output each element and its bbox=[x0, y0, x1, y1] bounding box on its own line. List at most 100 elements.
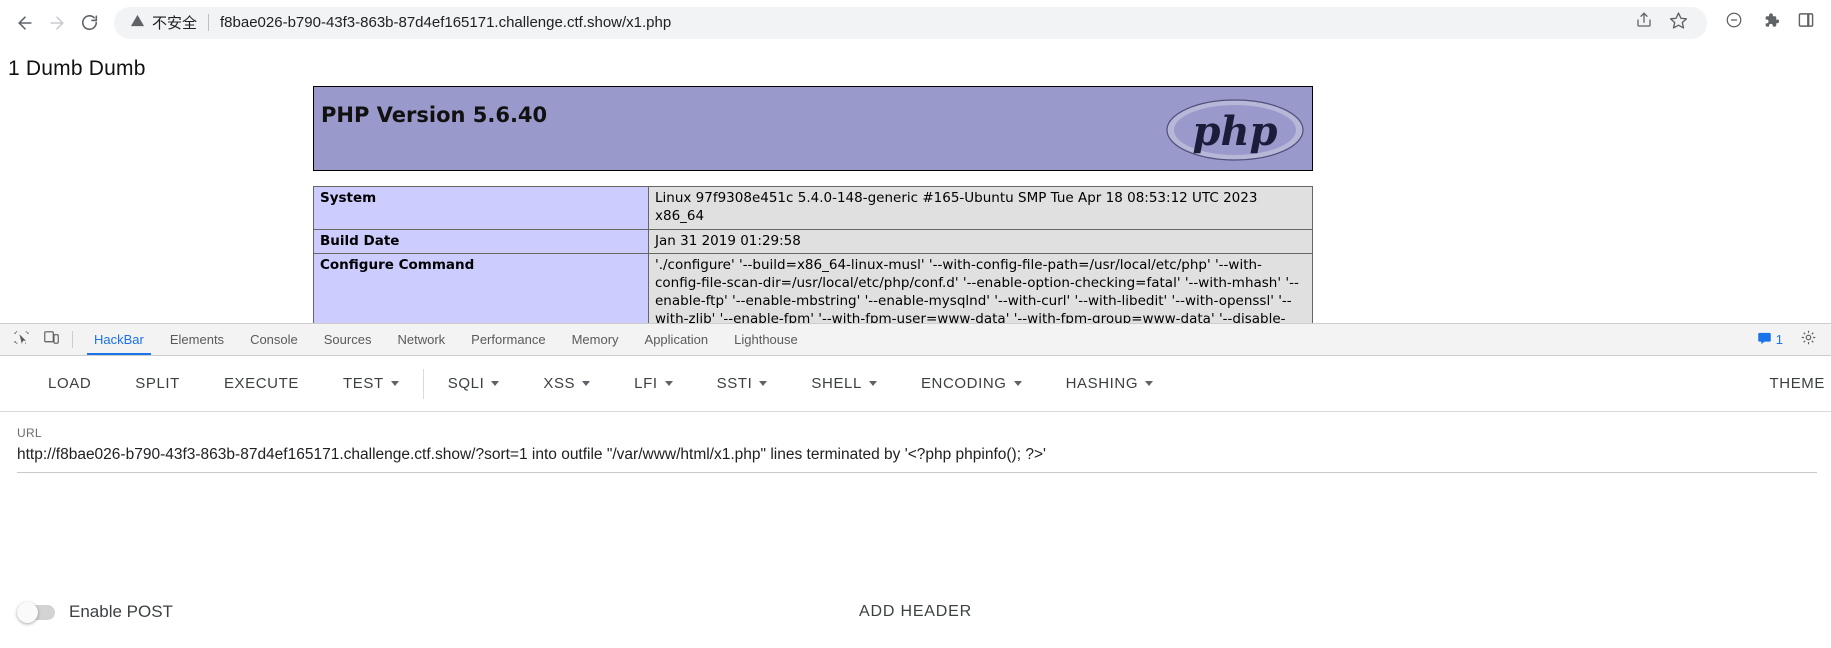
hackbar-url-field[interactable]: URL http://f8bae026-b790-43f3-863b-87d4e… bbox=[0, 412, 1831, 473]
button-label: SPLIT bbox=[135, 375, 180, 392]
security-indicator[interactable]: 不安全 bbox=[130, 12, 197, 33]
tab-label: Memory bbox=[571, 332, 619, 347]
button-label: ENCODING bbox=[920, 375, 1007, 392]
tab-label: HackBar bbox=[94, 332, 144, 347]
hackbar-xss-menu[interactable]: XSS bbox=[521, 375, 612, 392]
inspect-element-icon bbox=[13, 329, 30, 351]
enable-post-toggle[interactable]: Enable POST bbox=[0, 601, 173, 623]
devtools-panel: HackBar Elements Console Sources Network… bbox=[0, 323, 1831, 648]
button-label: ADD HEADER bbox=[859, 603, 972, 620]
chevron-down-icon bbox=[491, 381, 500, 386]
reload-button[interactable] bbox=[74, 8, 104, 38]
chevron-down-icon bbox=[759, 381, 768, 386]
row-value: Linux 97f9308e451c 5.4.0-148-generic #16… bbox=[648, 186, 1313, 230]
button-label: HASHING bbox=[1065, 375, 1139, 392]
hackbar-hashing-menu[interactable]: HASHING bbox=[1044, 375, 1176, 392]
button-label: XSS bbox=[543, 375, 576, 392]
hackbar-load-button[interactable]: LOAD bbox=[26, 375, 113, 392]
button-label: SQLI bbox=[447, 375, 485, 392]
url-text[interactable]: f8bae026-b790-43f3-863b-87d4ef165171.cha… bbox=[220, 14, 1621, 31]
forward-button[interactable] bbox=[42, 8, 72, 38]
toggle-knob bbox=[17, 601, 38, 623]
hackbar-sqli-menu[interactable]: SQLI bbox=[426, 375, 522, 392]
hackbar-execute-button[interactable]: EXECUTE bbox=[202, 375, 321, 392]
gear-icon bbox=[1800, 329, 1817, 351]
tab-sources[interactable]: Sources bbox=[311, 324, 385, 355]
php-logo: php bbox=[1166, 95, 1304, 165]
toggle-track[interactable] bbox=[17, 601, 55, 623]
hackbar-ssti-menu[interactable]: SSTI bbox=[695, 375, 790, 392]
tab-label: Application bbox=[644, 332, 709, 347]
hackbar-encoding-menu[interactable]: ENCODING bbox=[899, 375, 1044, 392]
omnibox-divider bbox=[208, 14, 210, 31]
star-icon bbox=[1669, 11, 1688, 35]
table-row: Build Date Jan 31 2019 01:29:58 bbox=[313, 228, 1313, 255]
hackbar-shell-menu[interactable]: SHELL bbox=[789, 375, 899, 392]
url-field-label: URL bbox=[17, 426, 42, 440]
page-title: 1 Dumb Dumb bbox=[8, 57, 146, 80]
arrow-right-icon bbox=[47, 13, 67, 33]
hackbar-theme-menu[interactable]: THEME bbox=[1748, 375, 1831, 392]
bookmark-button[interactable] bbox=[1663, 8, 1693, 38]
back-button[interactable] bbox=[10, 8, 40, 38]
table-row: System Linux 97f9308e451c 5.4.0-148-gene… bbox=[313, 186, 1313, 230]
warning-triangle-icon bbox=[130, 13, 145, 32]
button-label: EXECUTE bbox=[223, 375, 299, 392]
php-version-title: PHP Version 5.6.40 bbox=[321, 103, 548, 127]
phpinfo-block: PHP Version 5.6.40 php System Linux 97f9… bbox=[313, 86, 1313, 323]
row-key: Build Date bbox=[313, 228, 649, 255]
share-button[interactable] bbox=[1629, 8, 1659, 38]
device-toolbar-button[interactable] bbox=[36, 324, 66, 355]
side-panel-button[interactable] bbox=[1791, 8, 1821, 38]
devtools-tabbar: HackBar Elements Console Sources Network… bbox=[0, 324, 1831, 356]
enable-post-label: Enable POST bbox=[69, 602, 173, 621]
message-count-badge[interactable]: 1 bbox=[1757, 331, 1783, 349]
row-key: System bbox=[313, 186, 649, 230]
circle-minus-icon bbox=[1725, 11, 1743, 34]
chevron-down-icon bbox=[664, 381, 673, 386]
puzzle-piece-icon bbox=[1761, 11, 1780, 35]
chevron-down-icon bbox=[868, 381, 877, 386]
hackbar-split-button[interactable]: SPLIT bbox=[113, 375, 202, 392]
message-icon bbox=[1757, 331, 1772, 349]
add-header-button[interactable]: ADD HEADER bbox=[837, 593, 994, 631]
button-label: LFI bbox=[634, 375, 658, 392]
side-panel-icon bbox=[1797, 11, 1815, 34]
tab-performance[interactable]: Performance bbox=[458, 324, 558, 355]
tab-label: Elements bbox=[169, 332, 225, 347]
svg-text:php: php bbox=[1192, 108, 1277, 155]
row-value: Jan 31 2019 01:29:58 bbox=[648, 228, 1313, 255]
devtools-settings-button[interactable] bbox=[1793, 329, 1823, 351]
browser-toolbar: 不安全 f8bae026-b790-43f3-863b-87d4ef165171… bbox=[0, 0, 1831, 45]
hackbar-toolbar: LOAD SPLIT EXECUTE TEST SQLI XSS LFI SST… bbox=[0, 356, 1831, 412]
tab-hackbar[interactable]: HackBar bbox=[81, 324, 157, 355]
toolbar-divider bbox=[422, 368, 424, 399]
devtools-tab-divider bbox=[72, 331, 73, 348]
button-label: SSTI bbox=[716, 375, 753, 392]
tab-console[interactable]: Console bbox=[237, 324, 311, 355]
address-bar[interactable]: 不安全 f8bae026-b790-43f3-863b-87d4ef165171… bbox=[114, 6, 1707, 39]
tab-memory[interactable]: Memory bbox=[559, 324, 632, 355]
reload-icon bbox=[80, 13, 99, 32]
hackbar-lfi-menu[interactable]: LFI bbox=[612, 375, 694, 392]
inspect-element-button[interactable] bbox=[6, 324, 36, 355]
extensions-button[interactable] bbox=[1755, 8, 1785, 38]
tab-label: Lighthouse bbox=[734, 332, 798, 347]
tab-lighthouse[interactable]: Lighthouse bbox=[721, 324, 811, 355]
hackbar-test-menu[interactable]: TEST bbox=[321, 375, 421, 392]
chevron-down-icon bbox=[390, 381, 399, 386]
button-label: LOAD bbox=[48, 375, 92, 392]
button-label: SHELL bbox=[811, 375, 862, 392]
tab-label: Performance bbox=[471, 332, 546, 347]
tab-label: Console bbox=[250, 332, 298, 347]
table-row: Configure Command './configure' '--build… bbox=[313, 253, 1313, 323]
device-toolbar-icon bbox=[43, 329, 60, 351]
tab-network[interactable]: Network bbox=[384, 324, 458, 355]
devtools-tabbar-actions: 1 bbox=[1757, 324, 1831, 355]
page-viewport: 1 Dumb Dumb PHP Version 5.6.40 php Syste… bbox=[0, 45, 1831, 323]
url-input[interactable]: http://f8bae026-b790-43f3-863b-87d4ef165… bbox=[17, 446, 1817, 473]
tab-elements[interactable]: Elements bbox=[157, 324, 237, 355]
block-button[interactable] bbox=[1719, 8, 1749, 38]
tab-application[interactable]: Application bbox=[632, 324, 722, 355]
omnibox-actions bbox=[1629, 8, 1693, 38]
